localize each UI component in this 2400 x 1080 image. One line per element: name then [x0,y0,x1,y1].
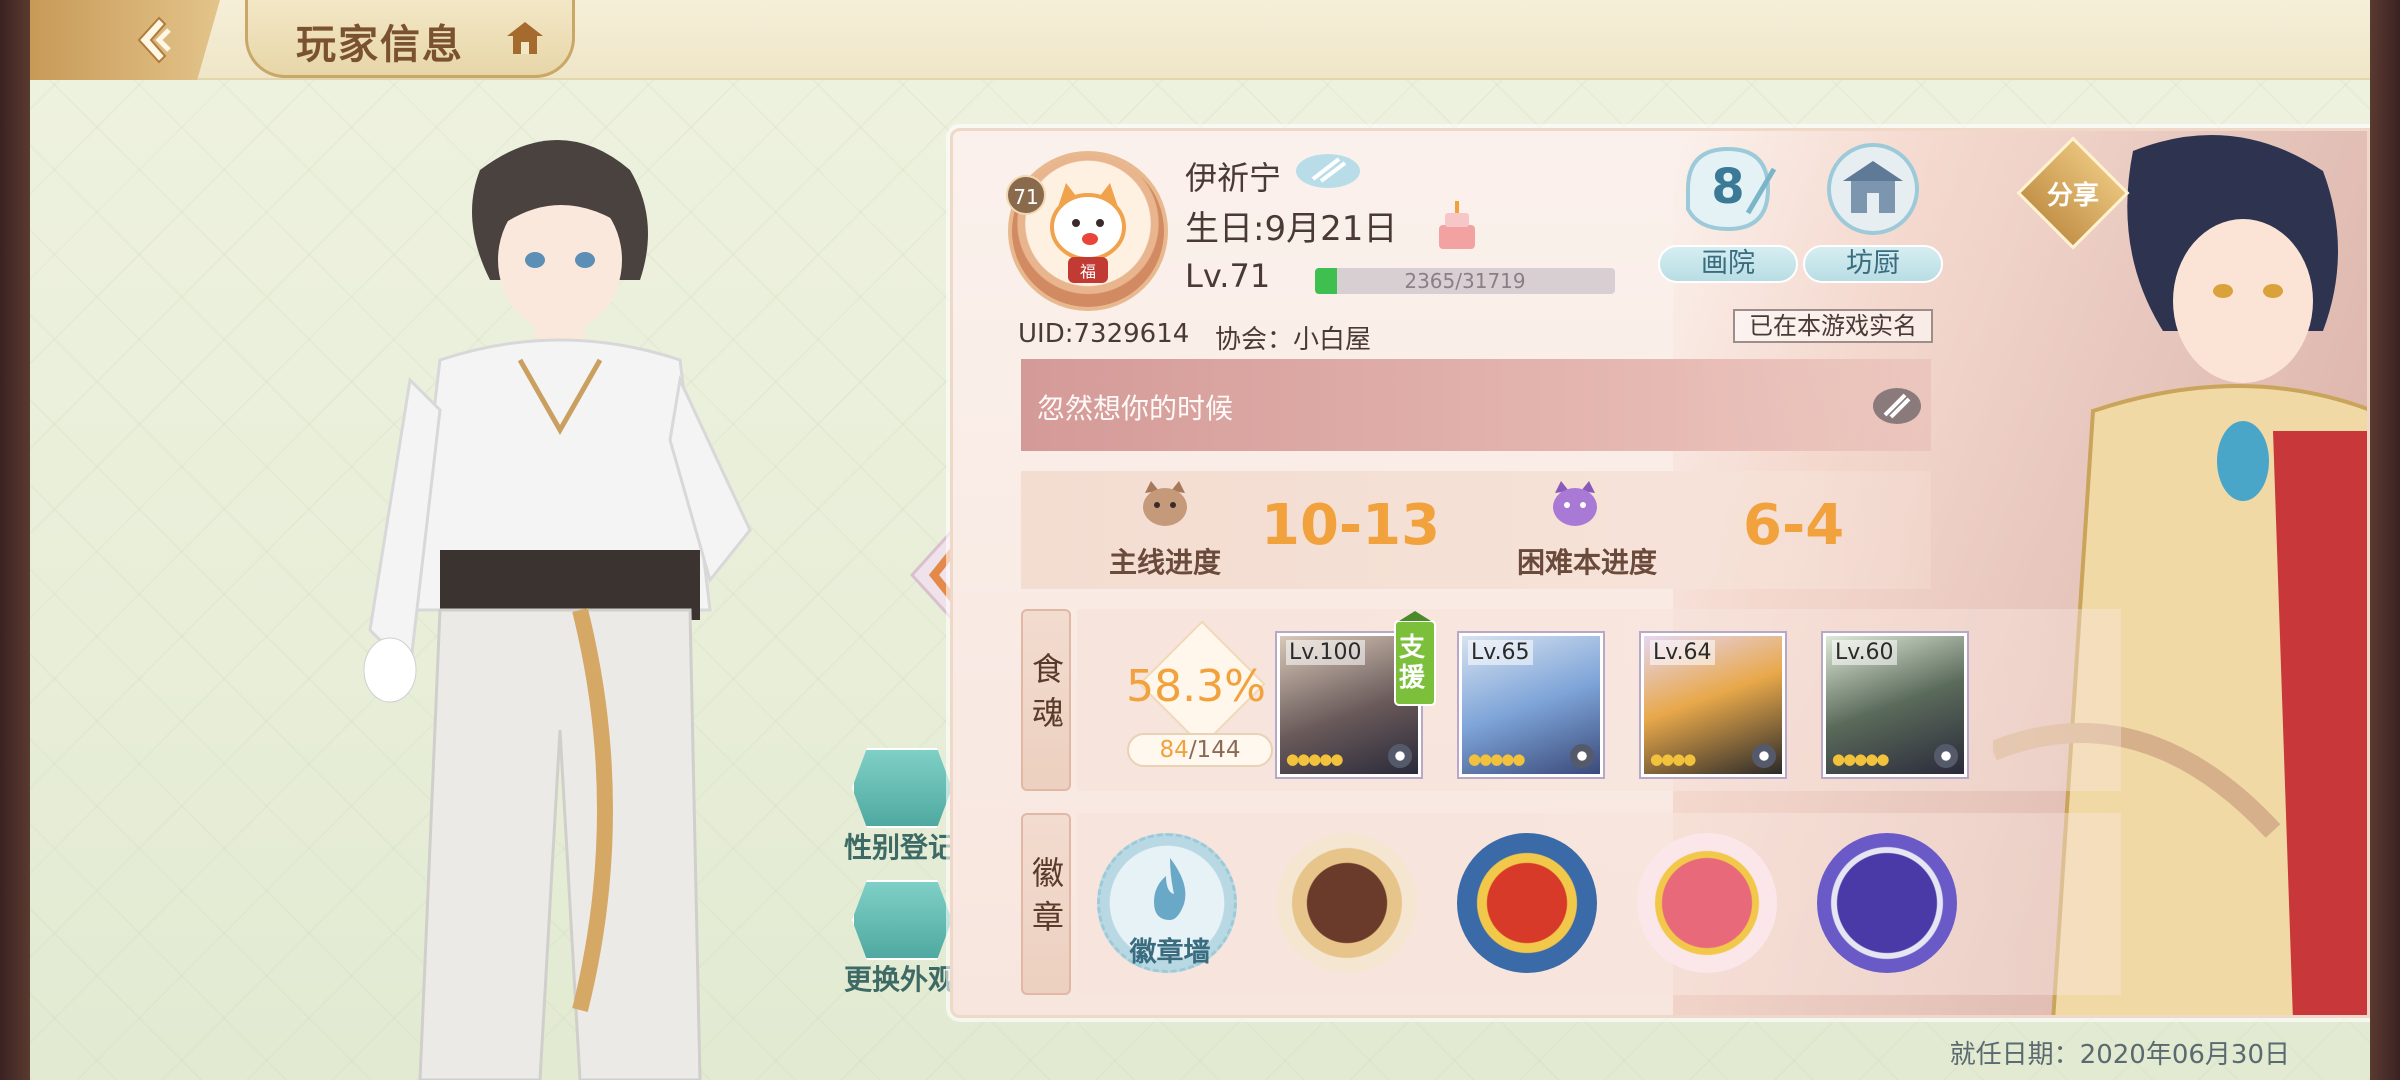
food-soul-level: Lv.64 [1650,640,1715,665]
hard-progress-value: 6-4 [1743,493,1845,558]
frame-left [0,0,30,1080]
player-name: 伊祈宁 [1185,159,1282,197]
gender-register-label: 性别登记 [843,831,956,864]
element-orb-icon [1570,744,1594,768]
appointment-date: 就任日期：2020年06月30日 [1949,1040,2290,1070]
gender-register-button[interactable]: 性别登记 [840,748,960,864]
exp-text: 2365/31719 [1404,269,1526,293]
main-story-progress-value: 10-13 [1261,493,1441,558]
badge-body: 徽章墙 [1077,813,2121,995]
element-orb-icon [1752,744,1776,768]
gallery-label: 画院 [1658,245,1798,283]
star-rating: ●●●● [1650,750,1696,768]
realname-status: 已在本游戏实名 [1733,309,1933,343]
page-title: 玩家信息 [296,22,464,68]
purple-cat-icon [1553,481,1597,526]
badge-tag: 徽章 [1021,813,1071,995]
badge-tag-text: 徽章 [1031,854,1064,936]
home-icon[interactable] [503,18,547,58]
element-orb-icon [1388,744,1412,768]
hard-progress-label: 困难本进度 [1517,546,1658,579]
gallery-count: 8 [1711,159,1745,215]
food-soul-level: Lv.60 [1832,640,1897,665]
music-badge[interactable] [1817,833,1957,973]
change-outfit-button[interactable]: 更换外观 [840,880,960,996]
svg-text:福: 福 [1080,262,1096,281]
star-rating: ●●●●● [1286,750,1343,768]
food-soul-card[interactable]: Lv.65 ●●●●● [1459,633,1603,777]
change-outfit-label: 更换外观 [843,963,956,996]
collection-count: 84/144 [1127,733,1273,767]
brush-icon [852,880,952,960]
player-info-card: 71 福 伊祈宁 生日:9月21日 Lv.71 2365/31719 UID:7… [950,128,2370,1018]
badge-wall-button[interactable]: 徽章墙 [1097,833,1237,973]
star-rating: ●●●●● [1468,750,1525,768]
food-soul-level: Lv.100 [1286,640,1365,665]
kitchen-label: 坊厨 [1803,245,1943,283]
kitchen-button[interactable]: 坊厨 [1803,139,1943,289]
birthday-text: 生日:9月21日 [1185,209,1398,249]
guild-name[interactable]: 协会：小白屋 [1215,319,1371,356]
share-label: 分享 [2046,181,2099,211]
title-tab: 玩家信息 [245,0,575,78]
cake-icon [1439,201,1475,249]
book-badge[interactable] [1637,833,1777,973]
player-uid: UID:7329614 [1018,319,1190,349]
food-soul-tag-text: 食魂 [1031,650,1064,732]
cat-avatar-icon: 福 [1050,183,1126,283]
signature-text: 忽然想你的时候 [1037,392,1234,425]
badge-section: 徽章 徽章墙 [1021,813,2121,995]
food-soul-level: Lv.65 [1468,640,1533,665]
support-tag-label: 支援 [1399,633,1426,693]
main-story-progress-label: 主线进度 [1109,546,1222,579]
back-arrow-icon[interactable] [125,10,185,70]
kitchen-pavilion-icon [1827,143,1919,235]
top-bar: 玩家信息 [30,0,2370,80]
flame-icon [1154,858,1186,920]
edit-signature-icon[interactable] [1869,383,1925,429]
signature-box[interactable]: 忽然想你的时候 [1021,359,1931,451]
gallery-button[interactable]: 8 画院 [1658,139,1798,289]
gender-icon [852,748,952,828]
crane-badge[interactable] [1277,833,1417,973]
star-rating: ●●●●● [1832,750,1889,768]
food-soul-body[interactable]: 58.3% 84/144 Lv.100 ●●●●● Lv.65 ●●●●● Lv… [1077,609,2121,791]
player-avatar[interactable]: 71 福 [1006,151,1168,311]
scroll-badge[interactable] [1457,833,1597,973]
food-soul-tag: 食魂 [1021,609,1071,791]
stage: 玩家信息 性别登记 更换外观 71 福 伊祈宁 生日:9月21日 Lv.71 2… [30,0,2370,1080]
badge-wall-label: 徽章墙 [1129,937,1211,968]
player-character-figure [363,140,752,1080]
edit-name-icon[interactable] [1293,151,1363,191]
food-soul-card[interactable]: Lv.60 ●●●●● [1823,633,1967,777]
total-count: /144 [1188,737,1241,763]
exp-bar: 2365/31719 [1315,268,1615,294]
food-soul-card[interactable]: Lv.64 ●●●● [1641,633,1785,777]
food-soul-section: 食魂 58.3% 84/144 Lv.100 ●●●●● Lv.65 ●●●●●… [1021,609,2121,791]
progress-row: 主线进度 10-13 困难本进度 6-4 [1021,471,1931,589]
cat-mascot-icon [1143,481,1187,526]
element-orb-icon [1934,744,1958,768]
collection-rate: 58.3% [1126,661,1266,712]
frame-right [2370,0,2400,1080]
player-level: Lv.71 [1185,257,1271,295]
owned-count: 84 [1159,737,1189,763]
